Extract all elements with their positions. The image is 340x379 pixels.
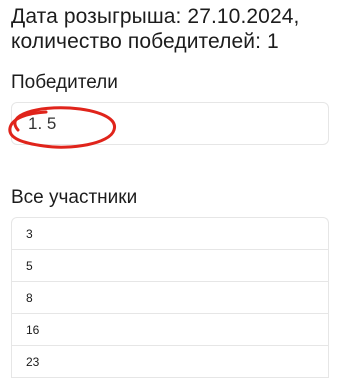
list-item: 5: [12, 250, 328, 282]
winner-item: 1. 5: [28, 114, 57, 133]
all-participants-heading: Все участники: [11, 187, 138, 208]
list-item: 8: [12, 282, 328, 314]
winners-count-line: количество победителей: 1: [11, 30, 279, 53]
list-item: 16: [12, 314, 328, 346]
draw-date-line: Дата розыгрыша: 27.10.2024,: [11, 5, 300, 28]
draw-info-title: Дата розыгрыша: 27.10.2024, количество п…: [11, 4, 336, 54]
list-item: 23: [12, 346, 328, 378]
participants-list: 3 5 8 16 23: [11, 217, 329, 378]
winners-list: 1. 5: [11, 102, 329, 145]
winners-heading: Победители: [11, 72, 118, 93]
list-item: 3: [12, 218, 328, 250]
